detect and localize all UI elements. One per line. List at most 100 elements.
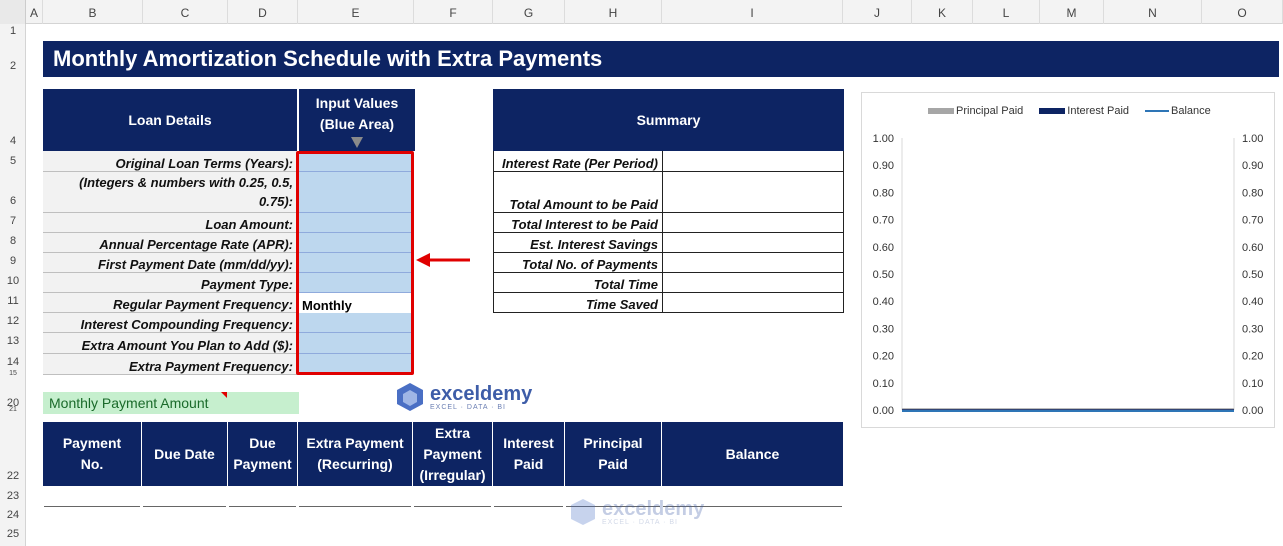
y-tick-left: 0.10	[873, 378, 894, 390]
column-header-m[interactable]: M	[1040, 0, 1104, 24]
y-tick-left: 1.00	[873, 133, 894, 145]
column-header-l[interactable]: L	[973, 0, 1040, 24]
y-tick-left: 0.00	[873, 405, 894, 417]
y-tick-left: 0.80	[873, 187, 894, 199]
schedule-row-line	[494, 506, 563, 507]
column-header-j[interactable]: J	[843, 0, 912, 24]
arrow-left-icon	[416, 253, 470, 267]
monthly-payment-label[interactable]: Monthly Payment Amount	[43, 392, 299, 414]
row-header-12[interactable]: 12	[0, 315, 26, 327]
column-header-d[interactable]: D	[228, 0, 298, 24]
y-tick-left: 0.90	[873, 160, 894, 172]
row-header-6[interactable]: 6	[0, 195, 26, 207]
loan-label-text: Original Loan Terms (Years):	[115, 156, 293, 171]
summary-value-2[interactable]	[662, 213, 844, 233]
y-tick-left: 0.20	[873, 351, 894, 363]
amortization-chart[interactable]: Principal Paid Interest Paid Balance 1.00 1…	[861, 92, 1275, 428]
schedule-header-line: (Irregular)	[419, 466, 486, 483]
select-all-corner[interactable]	[0, 0, 26, 24]
exceldemy-logo: exceldemy EXCEL · DATA · BI	[396, 382, 532, 412]
column-header-c[interactable]: C	[143, 0, 228, 24]
y-tick-right: 0.00	[1242, 405, 1263, 417]
summary-value-1[interactable]	[662, 172, 844, 213]
summary-value-6[interactable]	[662, 293, 844, 313]
loan-label-text: First Payment Date (mm/dd/yy):	[97, 257, 293, 272]
column-header-n[interactable]: N	[1104, 0, 1202, 24]
row-header-10[interactable]: 10	[0, 275, 26, 287]
summary-value-5[interactable]	[662, 273, 844, 293]
schedule-header-line: Payment	[233, 456, 292, 472]
y-tick-right: 0.70	[1242, 215, 1263, 227]
schedule-header-line: Payment	[62, 435, 122, 451]
schedule-header-0: Payment No.	[43, 422, 141, 486]
schedule-header-6: Principal Paid	[565, 422, 661, 486]
watermark-name: exceldemy	[602, 497, 705, 520]
exceldemy-watermark: exceldemy EXCEL · DATA · BI	[570, 498, 704, 526]
row-header-9[interactable]: 9	[0, 255, 26, 267]
row-header-8[interactable]: 8	[0, 235, 26, 247]
row-header-23[interactable]: 23	[0, 490, 26, 502]
schedule-header-line: Extra	[434, 424, 471, 441]
summary-label-2: Total Interest to be Paid	[493, 213, 662, 233]
y-tick-right: 0.30	[1242, 323, 1263, 335]
loan-label-text: Interest Compounding Frequency:	[80, 317, 293, 332]
loan-label-text: Payment Type:	[201, 277, 293, 292]
column-header-e[interactable]: E	[298, 0, 414, 24]
row-header-14[interactable]: 14	[0, 356, 26, 368]
logo-tagline: EXCEL · DATA · BI	[430, 403, 506, 411]
row-header-5[interactable]: 5	[0, 155, 26, 167]
summary-value-3[interactable]	[662, 233, 844, 253]
loan-label-text: (Integers & numbers with 0.25, 0.5,	[79, 175, 293, 190]
y-tick-right: 0.90	[1242, 160, 1263, 172]
row-header-7[interactable]: 7	[0, 215, 26, 227]
loan-label-1: (Integers & numbers with 0.25, 0.5, 0.75)…	[43, 172, 297, 213]
row-header-25[interactable]: 25	[0, 528, 26, 540]
loan-label-6: Regular Payment Frequency:	[43, 293, 297, 313]
loan-label-5: Payment Type:	[43, 273, 297, 293]
column-header-o[interactable]: O	[1202, 0, 1283, 24]
row-header-13[interactable]: 13	[0, 335, 26, 347]
loan-label-text-2: 0.75):	[259, 194, 293, 209]
loan-label-8: Extra Amount You Plan to Add ($):	[43, 333, 297, 354]
row-header-21[interactable]: 21	[0, 406, 26, 413]
column-header-k[interactable]: K	[912, 0, 973, 24]
schedule-row-line	[143, 506, 226, 507]
row-header-24[interactable]: 24	[0, 509, 26, 521]
y-tick-left: 0.50	[873, 269, 894, 281]
loan-label-2: Loan Amount:	[43, 213, 297, 233]
row-header-4[interactable]: 4	[0, 135, 26, 147]
y-tick-left: 0.30	[873, 323, 894, 335]
schedule-header-2: Due Payment	[228, 422, 297, 486]
column-header-g[interactable]: G	[493, 0, 565, 24]
row-header-15[interactable]: 15	[0, 370, 26, 377]
input-area-highlight	[296, 151, 414, 375]
column-header-b[interactable]: B	[43, 0, 143, 24]
schedule-header-line: (Recurring)	[317, 456, 393, 472]
loan-label-text: Loan Amount:	[205, 217, 293, 232]
y-tick-left: 0.40	[873, 296, 894, 308]
schedule-header-line: Interest	[503, 435, 554, 451]
row-header-2[interactable]: 2	[0, 60, 26, 72]
loan-label-text: Regular Payment Frequency:	[113, 297, 293, 312]
summary-header: Summary	[493, 89, 844, 151]
exceldemy-watermark-icon	[571, 499, 595, 525]
column-header-f[interactable]: F	[414, 0, 493, 24]
column-header-i[interactable]: I	[662, 0, 843, 24]
watermark-tagline: EXCEL · DATA · BI	[602, 518, 678, 526]
row-header-11[interactable]: 11	[0, 295, 26, 307]
loan-label-0: Original Loan Terms (Years):	[43, 151, 297, 172]
row-header-22[interactable]: 22	[0, 470, 26, 482]
summary-label-4: Total No. of Payments	[493, 253, 662, 273]
schedule-header-line: Balance	[725, 445, 780, 462]
schedule-header-3: Extra Payment (Recurring)	[298, 422, 412, 486]
schedule-header-line: No.	[80, 456, 104, 472]
column-header-a[interactable]: A	[26, 0, 43, 24]
summary-value-4[interactable]	[662, 253, 844, 273]
y-tick-left: 0.60	[873, 242, 894, 254]
y-tick-right: 0.20	[1242, 351, 1263, 363]
column-header-h[interactable]: H	[565, 0, 662, 24]
row-header-1[interactable]: 1	[0, 25, 26, 37]
loan-label-9: Extra Payment Frequency:	[43, 354, 297, 375]
summary-value-0[interactable]	[662, 151, 844, 172]
schedule-header-line: Principal	[583, 435, 643, 451]
